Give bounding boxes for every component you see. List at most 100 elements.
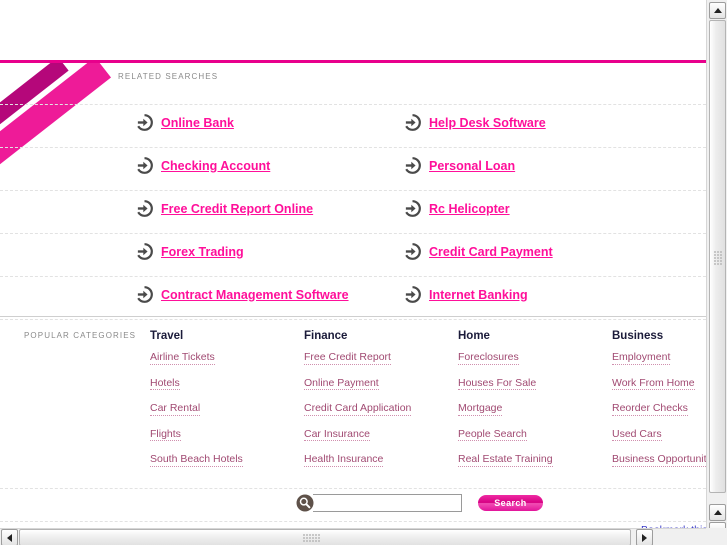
- related-search-link[interactable]: Free Credit Report Online: [161, 202, 313, 216]
- vertical-scrollbar-thumb[interactable]: [709, 20, 726, 493]
- category-link[interactable]: Houses For Sale: [458, 377, 537, 390]
- horizontal-scrollbar[interactable]: [0, 528, 706, 545]
- related-search-item[interactable]: Online Bank: [136, 114, 234, 131]
- category-list-item: People Search: [458, 425, 608, 451]
- circle-arrow-right-icon: [405, 200, 421, 217]
- search-button[interactable]: Search: [478, 495, 543, 511]
- related-search-item[interactable]: Contract Management Software: [136, 286, 349, 303]
- related-search-link[interactable]: Forex Trading: [161, 245, 244, 259]
- category-column: Home Foreclosures Houses For Sale Mortgage P…: [458, 330, 608, 476]
- scroll-right-arrow-icon: [642, 533, 647, 542]
- category-link[interactable]: Mortgage: [458, 403, 503, 416]
- category-link[interactable]: Employment: [612, 352, 671, 365]
- category-link[interactable]: South Beach Hotels: [150, 454, 243, 467]
- category-title: Home: [458, 330, 490, 342]
- category-column: Business Employment Work From Home Reorder …: [612, 330, 706, 476]
- related-search-link[interactable]: Credit Card Payment: [429, 245, 553, 259]
- category-list-item: Mortgage: [458, 399, 608, 425]
- category-list-item: Foreclosures: [458, 348, 608, 374]
- search-input[interactable]: [313, 494, 462, 512]
- section-divider: [0, 316, 706, 317]
- search-controls: Search: [296, 494, 543, 512]
- category-list-item: Houses For Sale: [458, 374, 608, 400]
- related-searches-list: Online Bank Help Desk Software Checking Ac…: [0, 104, 706, 320]
- related-search-row: Forex Trading Credit Card Payment: [0, 234, 706, 277]
- scrollbar-grip: [303, 534, 321, 543]
- category-link[interactable]: Airline Tickets: [150, 352, 215, 365]
- category-link[interactable]: Free Credit Report: [304, 352, 391, 365]
- related-search-link[interactable]: Help Desk Software: [429, 116, 546, 130]
- category-link[interactable]: People Search: [458, 428, 527, 441]
- related-search-link[interactable]: Contract Management Software: [161, 288, 349, 302]
- magnifying-glass-icon: [296, 494, 314, 512]
- category-link[interactable]: Used Cars: [612, 428, 662, 441]
- category-column: Travel Airline Tickets Hotels Car Rental Fli…: [150, 330, 300, 476]
- related-searches-heading: RELATED SEARCHES: [118, 72, 219, 81]
- related-search-row: Online Bank Help Desk Software: [0, 104, 706, 148]
- category-list-item: Flights: [150, 425, 300, 451]
- scrollbar-corner: [706, 528, 727, 545]
- related-search-row: Contract Management Software Internet Ban…: [0, 277, 706, 320]
- related-search-row: Checking Account Personal Loan: [0, 148, 706, 191]
- circle-arrow-right-icon: [405, 157, 421, 174]
- category-title: Finance: [304, 330, 348, 342]
- related-search-link[interactable]: Rc Helicopter: [429, 202, 510, 216]
- category-list-item: Employment: [612, 348, 706, 374]
- category-link[interactable]: Online Payment: [304, 377, 379, 390]
- category-list-item: Car Insurance: [304, 425, 454, 451]
- related-search-link[interactable]: Internet Banking: [429, 288, 528, 302]
- scroll-up-arrow-icon: [713, 510, 722, 515]
- related-search-item[interactable]: Rc Helicopter: [404, 200, 510, 217]
- scroll-left-arrow-icon: [7, 533, 12, 542]
- page-header-blank-area: [0, 0, 706, 60]
- search-bar: Search: [0, 488, 706, 522]
- page-viewport: RELATED SEARCHES Online Bank Help Desk So…: [0, 0, 706, 528]
- category-list-item: South Beach Hotels: [150, 450, 300, 476]
- related-search-item[interactable]: Checking Account: [136, 157, 270, 174]
- category-link[interactable]: Car Insurance: [304, 428, 370, 441]
- category-list-item: Hotels: [150, 374, 300, 400]
- category-list-item: Reorder Checks: [612, 399, 706, 425]
- circle-arrow-right-icon: [405, 243, 421, 260]
- category-list-item: Health Insurance: [304, 450, 454, 476]
- horizontal-scrollbar-thumb[interactable]: [19, 529, 631, 545]
- popular-categories-grid: Travel Airline Tickets Hotels Car Rental Fli…: [0, 330, 706, 467]
- category-link[interactable]: Foreclosures: [458, 352, 519, 365]
- circle-arrow-right-icon: [405, 114, 421, 131]
- related-search-item[interactable]: Free Credit Report Online: [136, 200, 313, 217]
- related-search-item[interactable]: Forex Trading: [136, 243, 244, 260]
- circle-arrow-right-icon: [137, 243, 153, 260]
- category-link[interactable]: Credit Card Application: [304, 403, 412, 416]
- related-search-item[interactable]: Personal Loan: [404, 157, 515, 174]
- scroll-up-arrow-icon: [713, 8, 722, 13]
- category-link[interactable]: Real Estate Training: [458, 454, 553, 467]
- category-link[interactable]: Business Opportunities: [612, 454, 706, 467]
- category-list-item: Real Estate Training: [458, 450, 608, 476]
- browser-window: RELATED SEARCHES Online Bank Help Desk So…: [0, 0, 727, 545]
- pink-divider-rule: [0, 60, 706, 63]
- vertical-scrollbar[interactable]: [706, 0, 727, 545]
- category-link[interactable]: Work From Home: [612, 377, 695, 390]
- category-link[interactable]: Car Rental: [150, 403, 201, 416]
- scroll-up-button[interactable]: [709, 2, 726, 19]
- category-link[interactable]: Reorder Checks: [612, 403, 688, 416]
- category-link[interactable]: Health Insurance: [304, 454, 384, 467]
- related-search-item[interactable]: Help Desk Software: [404, 114, 546, 131]
- scroll-right-button[interactable]: [636, 529, 653, 545]
- category-link[interactable]: Hotels: [150, 377, 180, 390]
- category-list-item: Business Opportunities: [612, 450, 706, 476]
- scroll-up-button-secondary[interactable]: [709, 504, 726, 521]
- category-list-item: Work From Home: [612, 374, 706, 400]
- category-link[interactable]: Flights: [150, 428, 181, 441]
- circle-arrow-right-icon: [137, 286, 153, 303]
- related-search-link[interactable]: Checking Account: [161, 159, 270, 173]
- related-search-link[interactable]: Personal Loan: [429, 159, 515, 173]
- circle-arrow-right-icon: [137, 114, 153, 131]
- related-search-row: Free Credit Report Online Rc Helicopter: [0, 191, 706, 234]
- category-list-item: Online Payment: [304, 374, 454, 400]
- category-list-item: Airline Tickets: [150, 348, 300, 374]
- related-search-link[interactable]: Online Bank: [161, 116, 234, 130]
- scroll-left-button[interactable]: [1, 529, 18, 545]
- related-search-item[interactable]: Credit Card Payment: [404, 243, 553, 260]
- related-search-item[interactable]: Internet Banking: [404, 286, 528, 303]
